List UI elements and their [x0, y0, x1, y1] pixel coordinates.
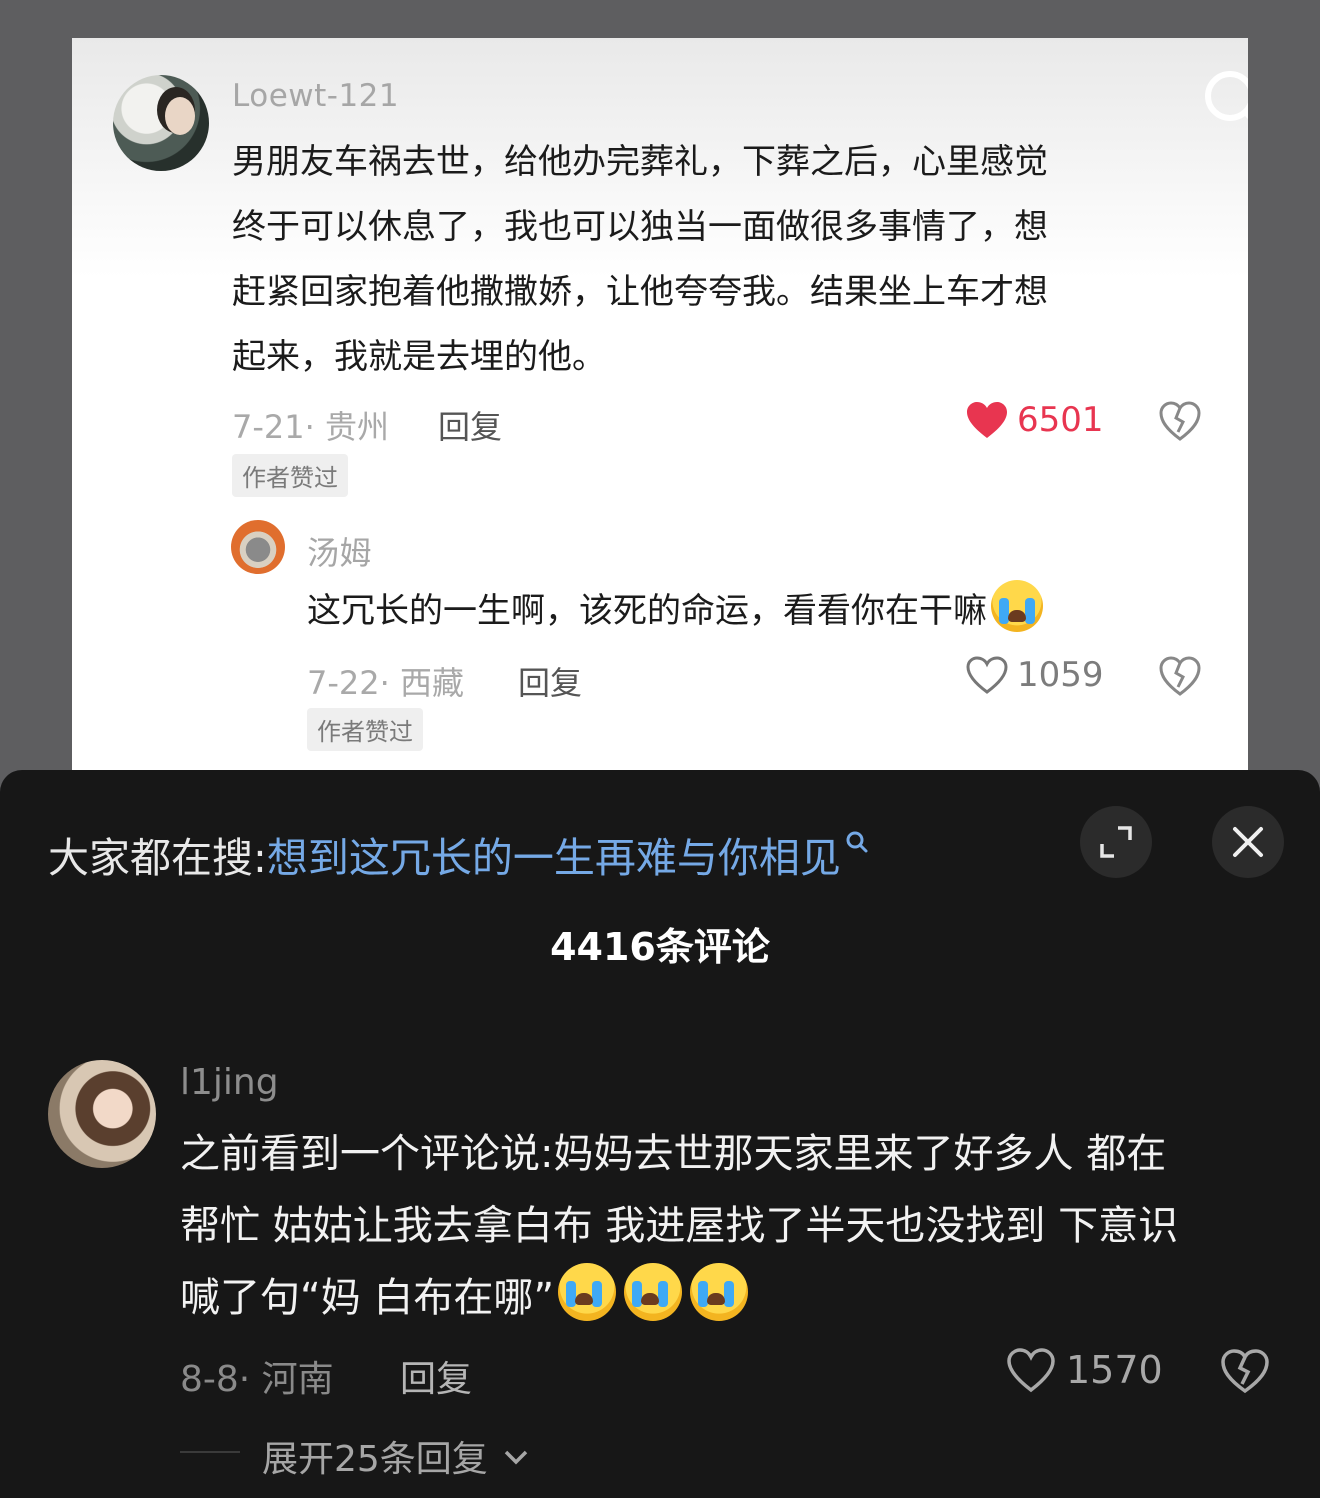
- avatar[interactable]: [48, 1060, 156, 1168]
- dislike-icon[interactable]: [1158, 400, 1202, 442]
- reply-meta: 7-22· 西藏: [307, 664, 464, 702]
- dislike-icon[interactable]: [1220, 1347, 1270, 1395]
- reply-author-liked-badge: 作者赞过: [307, 708, 423, 751]
- reply-button[interactable]: 回复: [400, 1350, 472, 1402]
- expand-button[interactable]: [1080, 806, 1152, 878]
- embedded-screenshot: Loewt-121 男朋友车祸去世，给他办完葬礼，下葬之后，心里感觉 终于可以休…: [72, 38, 1248, 778]
- search-icon[interactable]: [1202, 68, 1248, 134]
- like-button[interactable]: 1570: [1006, 1347, 1163, 1393]
- reply-username[interactable]: 汤姆: [307, 528, 372, 574]
- comment-line: 之前看到一个评论说:妈妈去世那天家里来了好多人 都在: [180, 1131, 1167, 1177]
- heart-icon: [967, 402, 1007, 438]
- comment-line: 起来，我就是去埋的他。: [232, 337, 606, 377]
- like-count: 6501: [1017, 400, 1104, 440]
- author-liked-badge: 作者赞过: [232, 454, 348, 497]
- comment-username[interactable]: l1jing: [180, 1062, 279, 1103]
- hot-search-label: 大家都在搜:: [48, 834, 267, 882]
- reply-like-count: 1059: [1017, 655, 1104, 695]
- reply-button[interactable]: 回复: [438, 402, 502, 448]
- crying-emoji: [991, 580, 1043, 632]
- heart-icon: [966, 656, 1008, 694]
- comment-meta: 8-8· 河南: [180, 1359, 334, 1400]
- like-button[interactable]: 6501: [965, 400, 1104, 440]
- crying-emoji: [624, 1263, 683, 1321]
- comment-meta: 7-21· 贵州: [232, 408, 389, 446]
- avatar[interactable]: [113, 75, 209, 171]
- reply-reply-button[interactable]: 回复: [518, 658, 582, 704]
- expand-icon: [1100, 826, 1132, 858]
- reply-body: 这冗长的一生啊，该死的命运，看看你在干嘛: [307, 578, 1043, 644]
- expand-replies-label: 展开25条回复: [262, 1439, 488, 1480]
- crying-emoji: [690, 1263, 749, 1321]
- close-button[interactable]: [1212, 806, 1284, 878]
- comment-line: 终于可以休息了，我也可以独当一面做很多事情了，想: [232, 207, 1048, 247]
- comments-panel: 大家都在搜:想到这冗长的一生再难与你相见 4416条评论 l1jing 之前看到…: [0, 770, 1320, 1498]
- comment-line: 赶紧回家抱着他撒撒娇，让他夸夸我。结果坐上车才想: [232, 272, 1048, 312]
- reply-text: 这冗长的一生啊，该死的命运，看看你在干嘛: [307, 591, 987, 631]
- comment-count-title: 4416条评论: [550, 925, 770, 969]
- search-icon: [845, 816, 869, 864]
- comment-body: 之前看到一个评论说:妈妈去世那天家里来了好多人 都在 帮忙 姑姑让我去拿白布 我…: [180, 1118, 1178, 1334]
- comment-body: 男朋友车祸去世，给他办完葬礼，下葬之后，心里感觉 终于可以休息了，我也可以独当一…: [232, 130, 1048, 390]
- chevron-down-icon: [505, 1450, 528, 1465]
- comment-line: 喊了句“妈 白布在哪”: [180, 1262, 1178, 1334]
- close-icon: [1233, 827, 1263, 857]
- hot-search-bar[interactable]: 大家都在搜:想到这冗长的一生再难与你相见: [48, 816, 869, 884]
- crying-emoji: [558, 1263, 617, 1321]
- reply-like-button[interactable]: 1059: [965, 655, 1104, 695]
- like-count: 1570: [1066, 1348, 1163, 1392]
- reply-avatar[interactable]: [231, 520, 285, 574]
- comment-line-text: 喊了句“妈 白布在哪”: [180, 1275, 555, 1321]
- expand-replies-button[interactable]: 展开25条回复: [262, 1430, 529, 1482]
- hot-search-query[interactable]: 想到这冗长的一生再难与你相见: [267, 834, 841, 882]
- divider: [180, 1451, 240, 1453]
- comment-username[interactable]: Loewt-121: [232, 78, 399, 114]
- heart-icon: [1007, 1348, 1055, 1393]
- comment-line: 帮忙 姑姑让我去拿白布 我进屋找了半天也没找到 下意识: [180, 1203, 1179, 1249]
- comment-line: 男朋友车祸去世，给他办完葬礼，下葬之后，心里感觉: [232, 142, 1048, 182]
- dislike-icon[interactable]: [1158, 655, 1202, 697]
